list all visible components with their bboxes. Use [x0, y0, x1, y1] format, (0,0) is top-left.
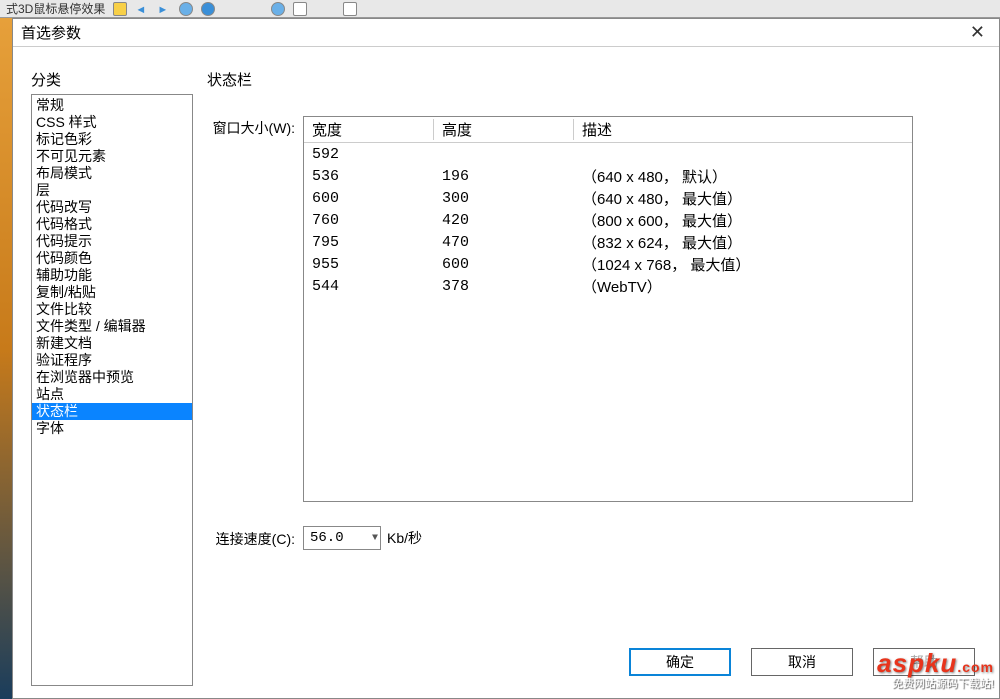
- cell-description: （1024 x 768， 最大值）: [574, 254, 912, 275]
- category-item[interactable]: 字体: [32, 420, 192, 437]
- background-tab-title: 式3D鼠标悬停效果: [6, 0, 105, 17]
- doc-icon: [293, 2, 307, 16]
- category-item[interactable]: 验证程序: [32, 352, 192, 369]
- table-row[interactable]: 600300（640 x 480， 最大值）: [304, 187, 912, 209]
- cell-height: 300: [434, 190, 574, 207]
- col-height: 高度: [434, 119, 574, 140]
- table-row[interactable]: 544378（WebTV）: [304, 275, 912, 297]
- category-item[interactable]: 代码格式: [32, 216, 192, 233]
- category-item[interactable]: 文件比较: [32, 301, 192, 318]
- connection-speed-value: 56.0: [310, 530, 344, 546]
- col-description: 描述: [574, 119, 912, 140]
- cell-description: （832 x 624， 最大值）: [574, 232, 912, 253]
- category-item[interactable]: 站点: [32, 386, 192, 403]
- connection-speed-label: 连接速度(C):: [207, 527, 303, 549]
- cell-width: 600: [304, 190, 434, 207]
- dialog-body: 分类 常规CSS 样式标记色彩不可见元素布局模式层代码改写代码格式代码提示代码颜…: [13, 47, 999, 698]
- category-item[interactable]: 层: [32, 182, 192, 199]
- category-item[interactable]: 常规: [32, 97, 192, 114]
- cell-width: 955: [304, 256, 434, 273]
- connection-speed-unit: Kb/秒: [387, 528, 422, 548]
- chevron-down-icon: ▼: [372, 533, 378, 544]
- window-size-table[interactable]: 宽度 高度 描述 592536196（640 x 480， 默认）600300（…: [303, 116, 913, 502]
- settings-panel: 状态栏 窗口大小(W): 宽度 高度 描述 592 536196（640 x 48…: [207, 69, 987, 686]
- dialog-title: 首选参数: [21, 22, 81, 43]
- back-icon: [135, 2, 149, 16]
- warning-icon: [113, 2, 127, 16]
- cell-description: （640 x 480， 默认）: [574, 166, 912, 187]
- cell-height: 420: [434, 212, 574, 229]
- connection-speed-row: 连接速度(C): 56.0 ▼ Kb/秒: [207, 526, 987, 550]
- category-item[interactable]: 在浏览器中预览: [32, 369, 192, 386]
- cell-description: （640 x 480， 最大值）: [574, 188, 912, 209]
- panel-title: 状态栏: [207, 69, 987, 90]
- refresh-icon-2: [271, 2, 285, 16]
- dialog-titlebar: 首选参数 ✕: [13, 19, 999, 47]
- doc-icon-2: [343, 2, 357, 16]
- table-row[interactable]: 955600（1024 x 768， 最大值）: [304, 253, 912, 275]
- category-item[interactable]: 不可见元素: [32, 148, 192, 165]
- cell-width: 536: [304, 168, 434, 185]
- category-item[interactable]: 代码改写: [32, 199, 192, 216]
- help-button[interactable]: 帮助: [873, 648, 975, 676]
- cell-height: 378: [434, 278, 574, 295]
- table-body: 592536196（640 x 480， 默认）600300（640 x 480…: [304, 143, 912, 297]
- cell-height: 600: [434, 256, 574, 273]
- cell-description: （800 x 600， 最大值）: [574, 210, 912, 231]
- category-column: 分类 常规CSS 样式标记色彩不可见元素布局模式层代码改写代码格式代码提示代码颜…: [31, 69, 193, 686]
- table-row[interactable]: 536196（640 x 480， 默认）: [304, 165, 912, 187]
- col-width: 宽度: [304, 119, 434, 140]
- cell-height: 470: [434, 234, 574, 251]
- window-size-row: 窗口大小(W): 宽度 高度 描述 592 536196（640 x 480， 默…: [207, 116, 987, 502]
- connection-speed-select[interactable]: 56.0 ▼: [303, 526, 381, 550]
- category-item[interactable]: 新建文档: [32, 335, 192, 352]
- refresh-icon: [179, 2, 193, 16]
- cell-height: 196: [434, 168, 574, 185]
- cancel-button[interactable]: 取消: [751, 648, 853, 676]
- window-size-label: 窗口大小(W):: [207, 116, 303, 138]
- cell-width: 795: [304, 234, 434, 251]
- category-item[interactable]: 标记色彩: [32, 131, 192, 148]
- close-button[interactable]: ✕: [964, 22, 991, 43]
- category-list[interactable]: 常规CSS 样式标记色彩不可见元素布局模式层代码改写代码格式代码提示代码颜色辅助…: [31, 94, 193, 686]
- category-item[interactable]: 辅助功能: [32, 267, 192, 284]
- category-item[interactable]: 代码颜色: [32, 250, 192, 267]
- category-item[interactable]: 复制/粘贴: [32, 284, 192, 301]
- forward-icon: [157, 2, 171, 16]
- category-label: 分类: [31, 69, 193, 90]
- category-item[interactable]: 状态栏: [32, 403, 192, 420]
- category-item[interactable]: 布局模式: [32, 165, 192, 182]
- preferences-dialog: 首选参数 ✕ 分类 常规CSS 样式标记色彩不可见元素布局模式层代码改写代码格式…: [12, 18, 1000, 699]
- dialog-buttons: 确定 取消 帮助: [629, 648, 975, 676]
- category-item[interactable]: CSS 样式: [32, 114, 192, 131]
- ok-button[interactable]: 确定: [629, 648, 731, 676]
- cell-width: 544: [304, 278, 434, 295]
- category-item[interactable]: 代码提示: [32, 233, 192, 250]
- cell-width: 760: [304, 212, 434, 229]
- globe-icon: [201, 2, 215, 16]
- table-row[interactable]: 795470（832 x 624， 最大值）: [304, 231, 912, 253]
- background-toolbar: 式3D鼠标悬停效果: [0, 0, 1000, 18]
- table-row[interactable]: 592: [304, 143, 912, 165]
- cell-description: （WebTV）: [574, 276, 912, 297]
- cell-width: 592: [304, 146, 434, 163]
- category-item[interactable]: 文件类型 / 编辑器: [32, 318, 192, 335]
- table-header: 宽度 高度 描述: [304, 117, 912, 143]
- table-row[interactable]: 760420（800 x 600， 最大值）: [304, 209, 912, 231]
